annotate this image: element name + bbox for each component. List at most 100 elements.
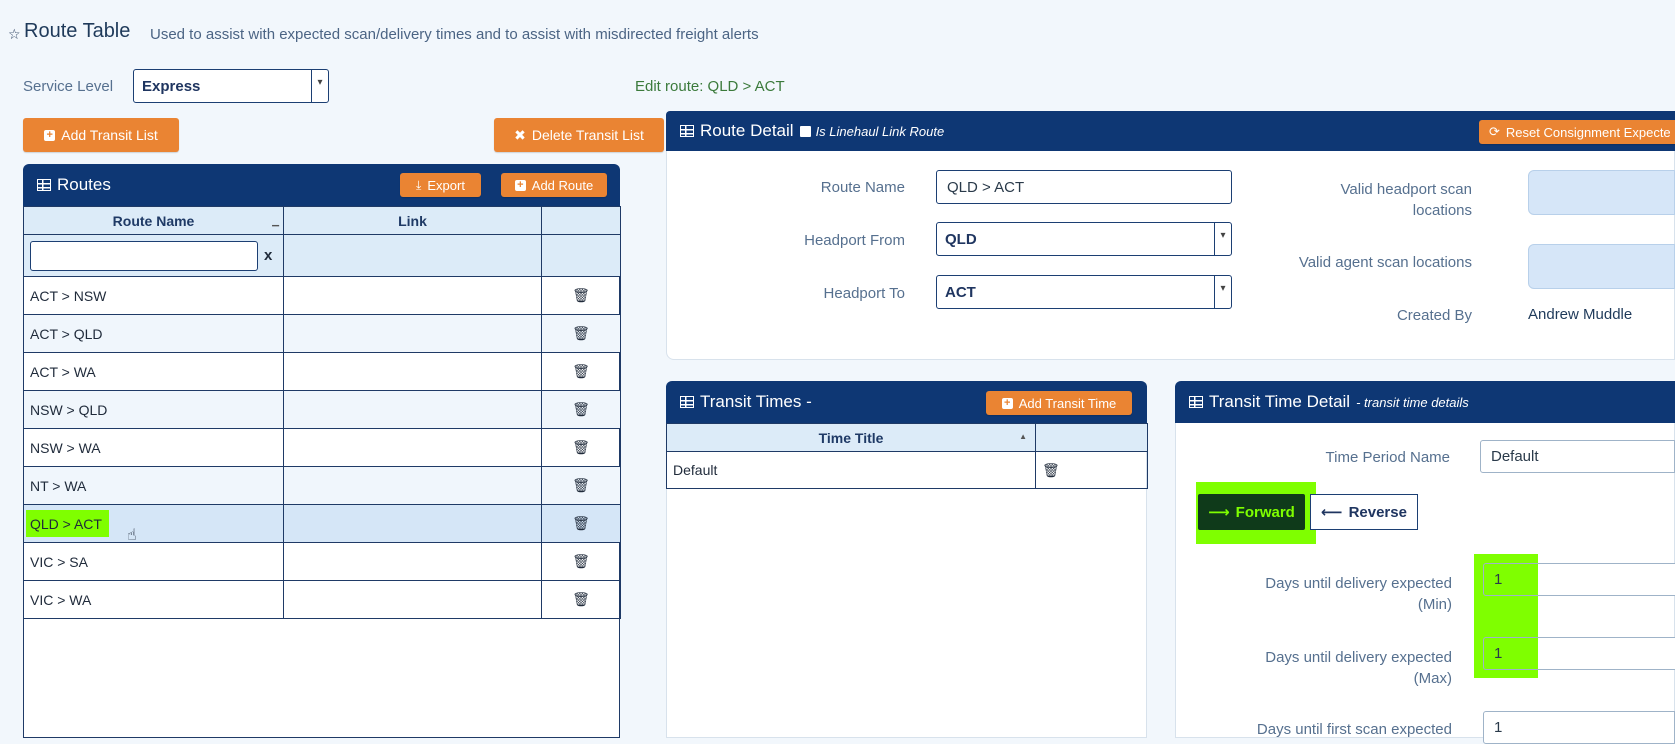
route-name-cell: ACT > NSW — [30, 287, 107, 304]
table-row[interactable]: NSW > QLD 🗑 — [23, 390, 621, 429]
linehaul-checkbox[interactable] — [799, 125, 811, 137]
routes-title: Routes — [57, 175, 111, 194]
min-days-value: 1 — [1494, 571, 1503, 588]
time-title-cell: Default — [673, 462, 718, 478]
filter-cell: x — [23, 234, 284, 277]
table-row[interactable]: VIC > SA 🗑 — [23, 542, 621, 581]
time-period-field[interactable]: Default — [1480, 440, 1675, 473]
table-row[interactable]: NT > WA 🗑 — [23, 466, 621, 505]
hand-cursor-icon: ☝ — [127, 527, 137, 544]
route-name-filter-input[interactable] — [30, 240, 258, 271]
plus-square-icon: + — [514, 179, 526, 191]
valid-headport-label-line2: locations — [1412, 202, 1472, 219]
chevron-down-icon: ▾ — [311, 70, 328, 102]
link-cell — [283, 352, 542, 391]
column-header-time-title[interactable]: Time Title ▲ — [666, 423, 1036, 452]
add-transit-list-label: Add Transit List — [61, 127, 158, 143]
trash-icon[interactable]: 🗑 — [541, 542, 621, 581]
chevron-down-icon: ▾ — [1214, 223, 1231, 255]
clear-filter-button[interactable]: x — [264, 247, 272, 264]
max-days-label-line2: (Max) — [1413, 670, 1452, 687]
max-days-field-fill — [1538, 638, 1675, 669]
table-icon — [1189, 396, 1203, 408]
link-cell — [283, 466, 542, 505]
table-row[interactable]: ACT > NSW 🗑 — [23, 276, 621, 315]
trash-icon[interactable]: 🗑 — [541, 504, 621, 543]
table-row[interactable]: VIC > WA 🗑 — [23, 580, 621, 619]
table-icon — [680, 125, 694, 137]
sort-icon: ▁ — [272, 216, 279, 226]
transit-times-title: Transit Times - — [700, 392, 812, 411]
export-label: Export — [427, 177, 465, 193]
created-by-value: Andrew Muddle — [1528, 306, 1633, 323]
valid-headport-locations-field[interactable] — [1528, 170, 1675, 215]
route-name-cell: NSW > WA — [30, 439, 101, 456]
headport-to-select[interactable]: ACT ▾ — [936, 275, 1232, 309]
arrow-left-icon: ⟵ — [1321, 504, 1343, 521]
first-scan-label: Days until first scan expected — [1256, 721, 1452, 738]
linehaul-label: Is Linehaul Link Route — [815, 123, 945, 139]
table-row[interactable]: ACT > WA 🗑 — [23, 352, 621, 391]
route-name-field[interactable]: QLD > ACT — [936, 170, 1232, 204]
reverse-toggle[interactable]: ⟵ Reverse — [1310, 494, 1418, 530]
add-route-button[interactable]: + Add Route — [501, 173, 607, 197]
table-row[interactable]: Default 🗑 — [666, 451, 1148, 489]
valid-headport-label: Valid headport scan locations — [1300, 179, 1472, 221]
headport-to-value: ACT — [945, 283, 976, 301]
filter-cell-link — [283, 234, 542, 277]
add-transit-time-button[interactable]: + Add Transit Time — [986, 391, 1132, 415]
route-name-cell: ACT > WA — [30, 363, 96, 380]
add-route-label: Add Route — [531, 177, 594, 193]
trash-icon[interactable]: 🗑 — [541, 390, 621, 429]
trash-icon[interactable]: 🗑 — [541, 428, 621, 467]
table-row[interactable]: NSW > WA 🗑 — [23, 428, 621, 467]
link-cell — [283, 580, 542, 619]
trash-icon[interactable]: 🗑 — [541, 276, 621, 315]
max-days-label-line1: Days until delivery expected — [1265, 649, 1452, 666]
add-transit-list-button[interactable]: + Add Transit List — [23, 118, 179, 152]
table-row[interactable]: ACT > QLD 🗑 — [23, 314, 621, 353]
table-row-selected[interactable]: QLD > ACT ☝ 🗑 — [23, 504, 621, 544]
trash-icon[interactable]: 🗑 — [541, 466, 621, 505]
min-days-field-fill — [1538, 564, 1675, 595]
sort-asc-icon: ▲ — [1019, 432, 1027, 441]
reverse-label: Reverse — [1348, 503, 1407, 521]
edit-route-message: Edit route: QLD > ACT — [635, 78, 785, 95]
plus-square-icon: + — [44, 129, 56, 141]
link-cell — [283, 428, 542, 467]
download-icon: ⤓ — [416, 177, 422, 192]
route-name-value: QLD > ACT — [947, 178, 1025, 196]
first-scan-field[interactable]: 1 — [1483, 711, 1675, 744]
service-level-select[interactable]: Express ▾ — [133, 69, 329, 103]
table-icon — [680, 396, 694, 408]
service-level-label: Service Level — [23, 78, 114, 95]
reset-consignment-button[interactable]: ⟳ Reset Consignment Expecte — [1479, 120, 1675, 144]
route-detail-title: Route Detail — [700, 121, 794, 140]
created-by-label: Created By — [1396, 307, 1472, 324]
headport-to-label: Headport To — [823, 285, 905, 302]
first-scan-value: 1 — [1494, 719, 1503, 736]
route-name-label: Route Name — [820, 179, 905, 196]
export-button[interactable]: ⤓ Export — [400, 173, 481, 197]
headport-from-select[interactable]: QLD ▾ — [936, 222, 1232, 256]
delete-transit-list-button[interactable]: ✖ Delete Transit List — [494, 118, 664, 152]
route-name-cell: VIC > SA — [30, 553, 88, 570]
plus-square-icon: + — [1001, 397, 1013, 409]
link-cell — [283, 390, 542, 429]
chevron-down-icon: ▾ — [1214, 276, 1231, 308]
column-header-link[interactable]: Link — [283, 206, 542, 235]
trash-icon[interactable]: 🗑 — [541, 580, 621, 619]
link-cell — [283, 542, 542, 581]
route-name-cell: QLD > ACT — [26, 510, 109, 537]
forward-toggle[interactable]: ⟶ Forward — [1198, 494, 1305, 530]
transit-detail-header: Transit Time Detail - transit time detai… — [1175, 381, 1675, 423]
favorite-star-icon[interactable]: ☆ — [8, 26, 21, 43]
trash-icon[interactable]: 🗑 — [1035, 451, 1148, 489]
column-header-route-name[interactable]: Route Name ▁ — [23, 206, 284, 235]
link-cell — [283, 314, 542, 353]
time-title-header-label: Time Title — [818, 429, 884, 446]
valid-agent-locations-field[interactable] — [1528, 244, 1675, 289]
route-name-cell: ACT > QLD — [30, 325, 103, 342]
trash-icon[interactable]: 🗑 — [541, 314, 621, 353]
trash-icon[interactable]: 🗑 — [541, 352, 621, 391]
